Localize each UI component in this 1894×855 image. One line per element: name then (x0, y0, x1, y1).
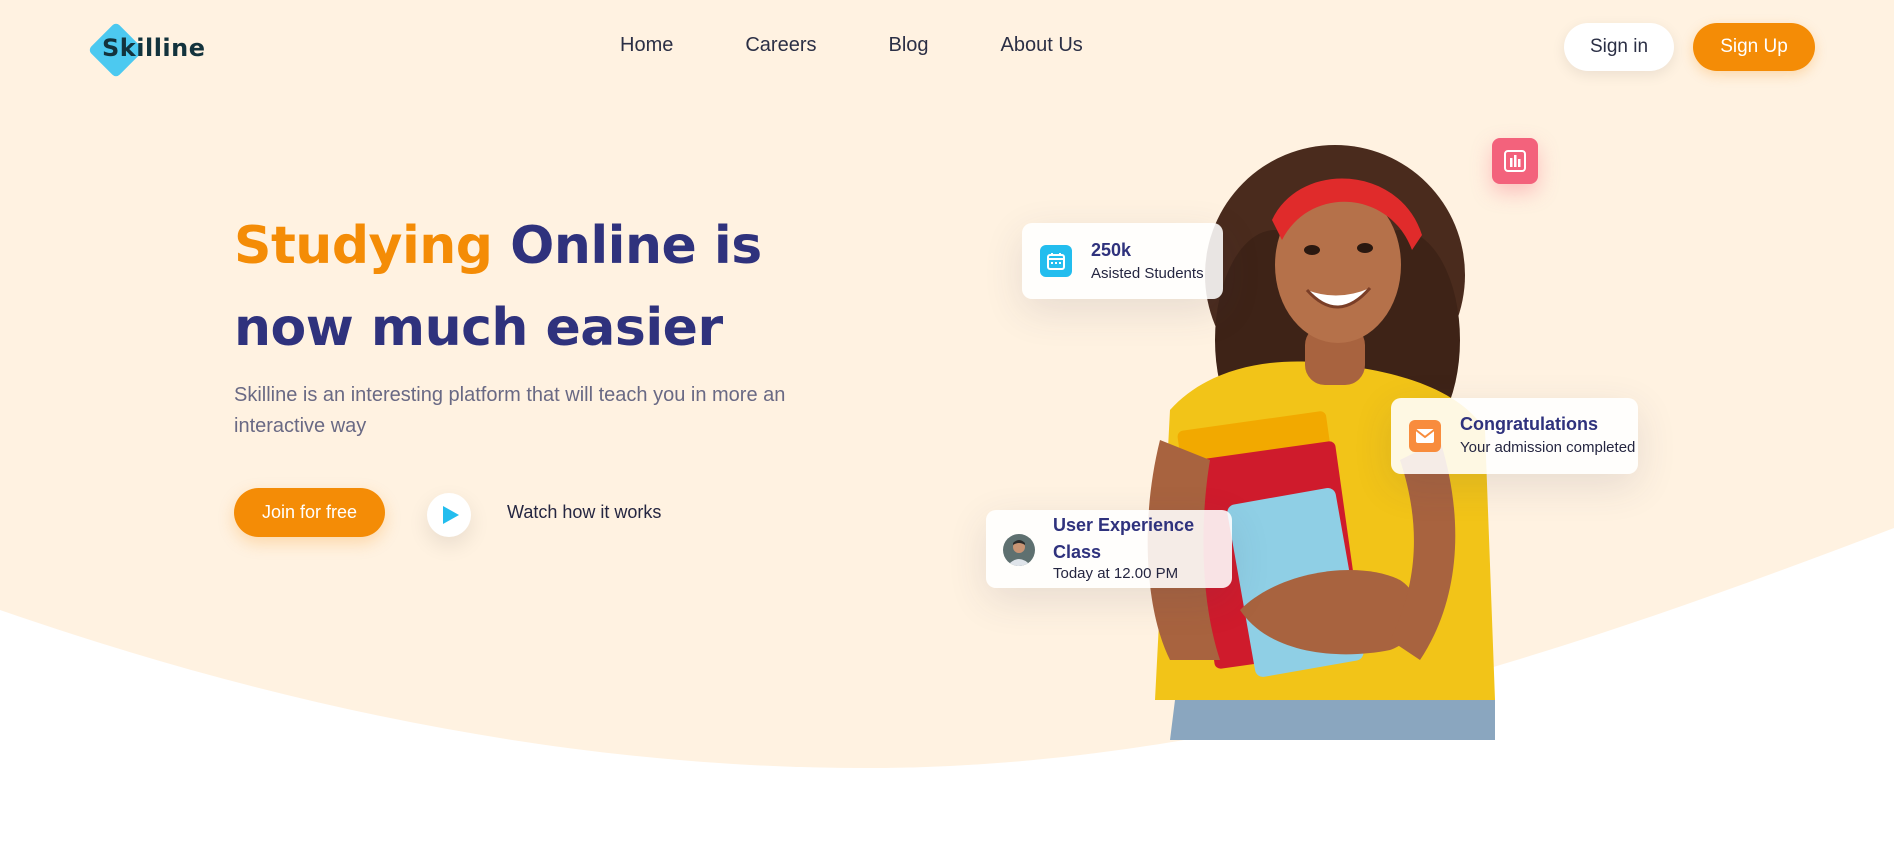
watch-how-it-works-link[interactable]: Watch how it works (507, 502, 661, 523)
headline-part-1: Online is (492, 216, 762, 276)
class-time: Today at 12.00 PM (1053, 565, 1179, 582)
ux-class-card: User Experience Class Today at 12.00 PM (986, 510, 1232, 588)
nav-careers[interactable]: Careers (745, 34, 816, 57)
mail-icon (1409, 420, 1441, 452)
play-icon (443, 506, 459, 524)
hero-subtext: Skilline is an interesting platform that… (234, 384, 786, 437)
join-for-free-button[interactable]: Join for free (234, 488, 385, 537)
play-video-button[interactable] (427, 493, 471, 537)
congratulations-card: Congratulations Your admission completed (1391, 398, 1638, 474)
headline-accent: Studying (234, 216, 493, 276)
logo[interactable]: Skilline (87, 21, 218, 79)
nav-about-us[interactable]: About Us (1001, 34, 1083, 57)
bar-chart-icon (1492, 138, 1538, 184)
class-title: User Experience Class (1053, 512, 1194, 566)
students-label: Asisted Students (1091, 265, 1204, 282)
headline-part-2: now much easier (234, 298, 723, 358)
class-title-line-2: Class (1053, 542, 1102, 562)
class-title-line-1: User Experience (1053, 515, 1195, 535)
nav-blog[interactable]: Blog (889, 34, 929, 57)
congratulations-subtitle: Your admission completed (1460, 439, 1636, 456)
sign-up-button[interactable]: Sign Up (1693, 23, 1815, 71)
main-nav: Home Careers Blog About Us (620, 34, 1083, 57)
congratulations-title: Congratulations (1460, 414, 1598, 434)
avatar (1003, 534, 1035, 566)
logo-text: Skilline (102, 34, 206, 62)
students-count: 250k (1091, 240, 1132, 260)
calendar-icon (1040, 245, 1072, 277)
hero-headline: Studying Online is now much easier (234, 205, 834, 369)
nav-home[interactable]: Home (620, 34, 673, 57)
sign-in-button[interactable]: Sign in (1564, 23, 1674, 71)
assisted-students-card: 250k Asisted Students (1022, 223, 1223, 299)
